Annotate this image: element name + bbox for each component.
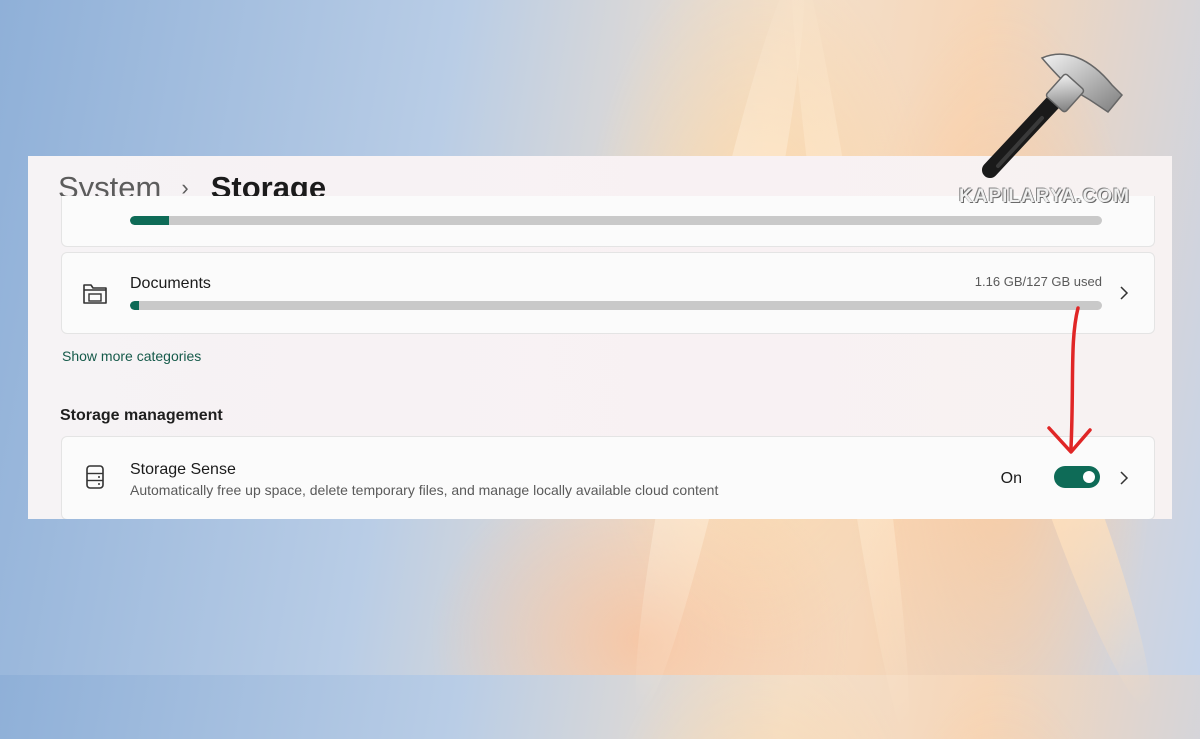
section-heading-storage-management: Storage management bbox=[60, 407, 223, 424]
usage-bar bbox=[130, 216, 1102, 225]
storage-sense-description: Automatically free up space, delete temp… bbox=[130, 482, 719, 498]
storage-sense-state-label: On bbox=[1000, 470, 1022, 487]
documents-label: Documents bbox=[130, 275, 211, 292]
hammer-icon bbox=[970, 40, 1140, 190]
chevron-right-icon[interactable] bbox=[1112, 281, 1136, 305]
documents-usage-bar bbox=[130, 301, 1102, 310]
show-more-categories-link[interactable]: Show more categories bbox=[62, 348, 201, 364]
toggle-knob bbox=[1083, 471, 1095, 483]
red-annotation-arrow bbox=[1040, 300, 1100, 470]
settings-window: System › Storage Documents 1.16 GB/127 G… bbox=[28, 156, 1172, 519]
storage-drive-icon bbox=[80, 462, 110, 492]
watermark-text: KAPILARYA.COM bbox=[959, 186, 1130, 207]
storage-sense-row[interactable]: Storage Sense Automatically free up spac… bbox=[61, 436, 1155, 519]
usage-bar-fill bbox=[130, 216, 169, 225]
documents-usage-text: 1.16 GB/127 GB used bbox=[974, 274, 1102, 289]
storage-category-documents[interactable]: Documents 1.16 GB/127 GB used bbox=[61, 252, 1155, 334]
folder-icon bbox=[80, 278, 110, 308]
chevron-right-icon[interactable] bbox=[1112, 466, 1136, 490]
storage-sense-title: Storage Sense bbox=[130, 461, 236, 478]
documents-usage-bar-fill bbox=[130, 301, 139, 310]
